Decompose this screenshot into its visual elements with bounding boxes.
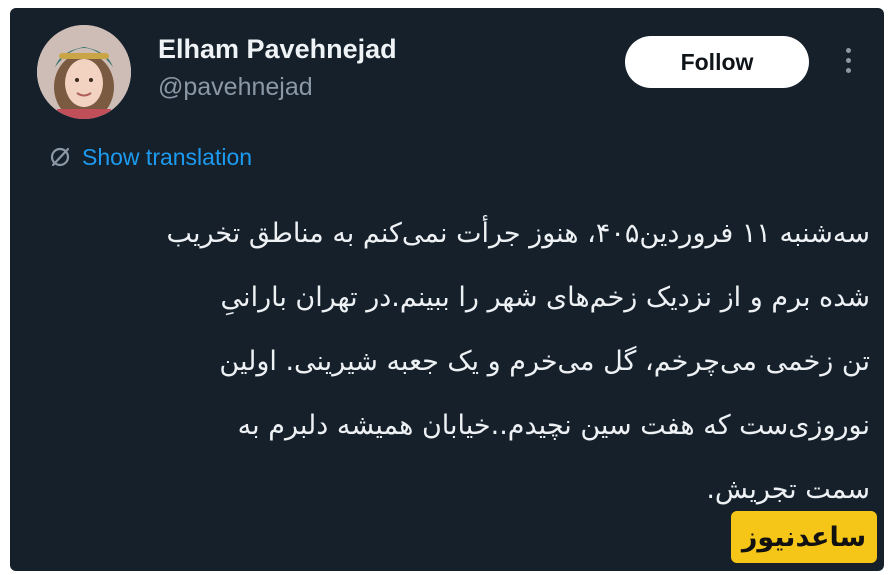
- tweet-text: سه‌شنبه ۱۱ فروردین۴۰۵، هنوز جرأت نمی‌کنم…: [50, 202, 870, 522]
- follow-button[interactable]: Follow: [625, 36, 809, 88]
- more-vertical-icon[interactable]: [842, 48, 854, 78]
- avatar-photo: [37, 25, 131, 119]
- avatar[interactable]: [37, 25, 131, 119]
- translate-icon: [50, 147, 70, 167]
- tweet-line: سه‌شنبه ۱۱ فروردین۴۰۵، هنوز جرأت نمی‌کنم…: [166, 218, 870, 249]
- show-translation-label: Show translation: [82, 143, 253, 170]
- tweet-card: Elham Pavehnejad @pavehnejad Follow Show…: [10, 8, 884, 571]
- author-name[interactable]: Elham Pavehnejad: [158, 34, 397, 65]
- tweet-line: شده برم و از نزدیک زخم‌های شهر را ببینم.…: [220, 282, 870, 313]
- show-translation-link[interactable]: Show translation: [48, 142, 252, 172]
- watermark-logo: ساعدنیوز: [731, 511, 877, 563]
- tweet-line: نوروزی‌ست که هفت سین نچیدم..خیابان همیشه…: [237, 410, 870, 441]
- tweet-line: تن زخمی می‌چرخم، گل می‌خرم و یک جعبه شیر…: [219, 346, 870, 377]
- author-handle[interactable]: @pavehnejad: [158, 73, 313, 102]
